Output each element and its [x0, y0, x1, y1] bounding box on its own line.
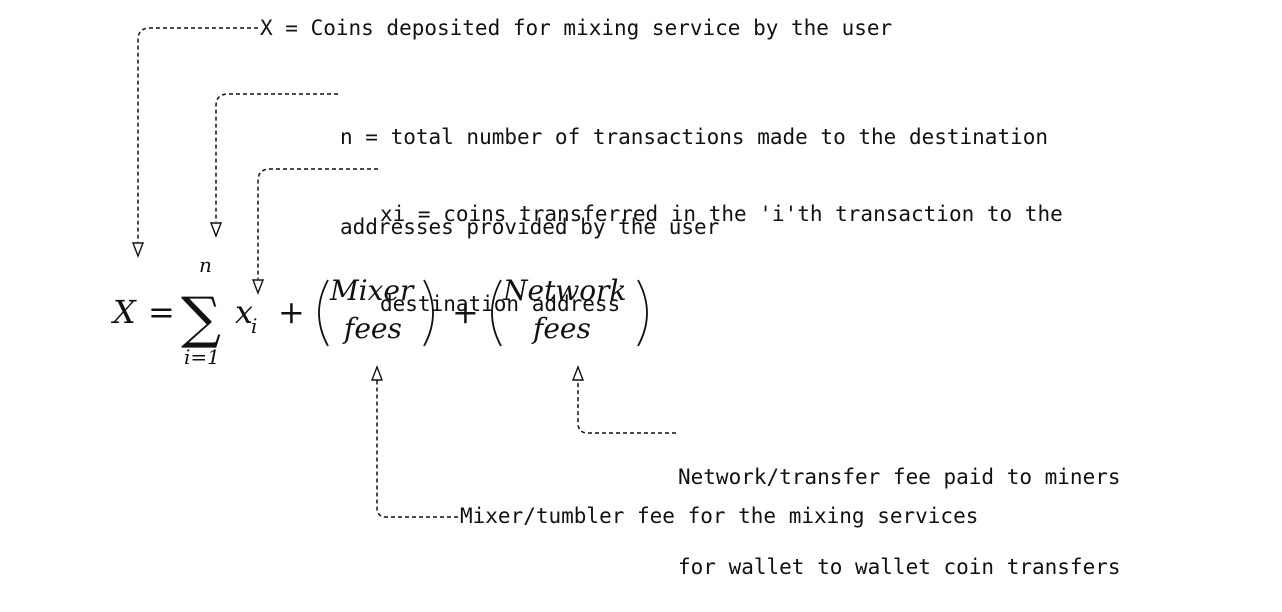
mixer-fee-label: Mixer/tumbler fee for the mixing service… [460, 504, 979, 528]
sum-symbol: ∑ [181, 286, 221, 351]
sum-lower-limit: i=1 [184, 345, 220, 369]
xi-arrowhead [251, 279, 265, 295]
x-leader-line [137, 27, 258, 242]
formula-lhs: X [110, 293, 137, 331]
network-fee-line-1: Network/transfer fee paid to miners [678, 465, 1121, 489]
x-definition-label: X = Coins deposited for mixing service b… [260, 16, 893, 40]
term-subscript: i [251, 314, 257, 338]
mixer-left-paren [318, 279, 329, 347]
mixer-fee-arrowhead [370, 365, 384, 381]
network-fee-arrowhead [571, 365, 585, 381]
plus-sign-1: + [278, 293, 305, 331]
mixer-fee-leader-line [376, 380, 458, 518]
x-arrowhead [131, 242, 145, 258]
n-arrowhead [209, 222, 223, 238]
formula-equals: = [148, 293, 175, 331]
n-leader-line [215, 93, 338, 222]
xi-definition-line-2: destination address [380, 292, 621, 316]
xi-definition-line-1: xi = coins transferred in the 'i'th tran… [380, 202, 1063, 226]
sum-upper-limit: n [199, 253, 212, 277]
xi-definition-label: xi = coins transferred in the 'i'th tran… [380, 139, 1063, 349]
network-fee-line-2: for wallet to wallet coin transfers [678, 555, 1121, 579]
network-fee-leader-line [577, 380, 676, 434]
